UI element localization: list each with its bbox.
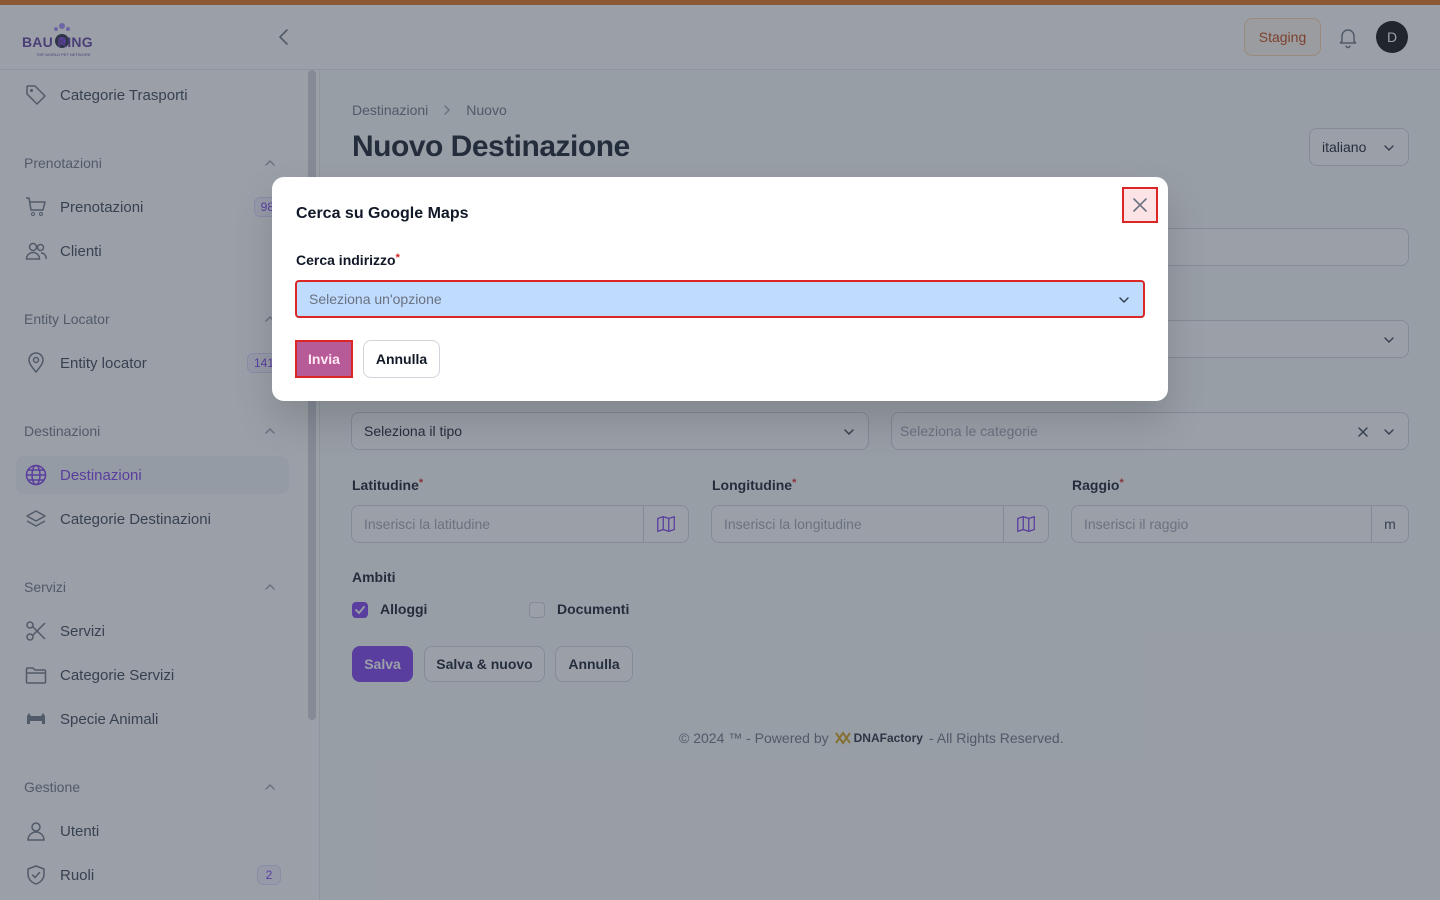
dialog-cancel-button[interactable]: Annulla — [363, 340, 440, 378]
google-maps-search-dialog: Cerca su Google Maps Cerca indirizzo* Se… — [272, 177, 1168, 401]
dialog-title: Cerca su Google Maps — [296, 205, 469, 222]
dialog-submit-button[interactable]: Invia — [295, 340, 353, 378]
address-search-label: Cerca indirizzo* — [296, 252, 400, 268]
address-search-placeholder: Seleziona un'opzione — [309, 291, 442, 307]
close-icon — [1133, 198, 1147, 212]
address-search-select[interactable]: Seleziona un'opzione — [295, 280, 1145, 318]
chevron-down-icon — [1119, 297, 1129, 304]
modal-backdrop[interactable] — [0, 0, 1440, 900]
dialog-close-button[interactable] — [1122, 187, 1158, 223]
